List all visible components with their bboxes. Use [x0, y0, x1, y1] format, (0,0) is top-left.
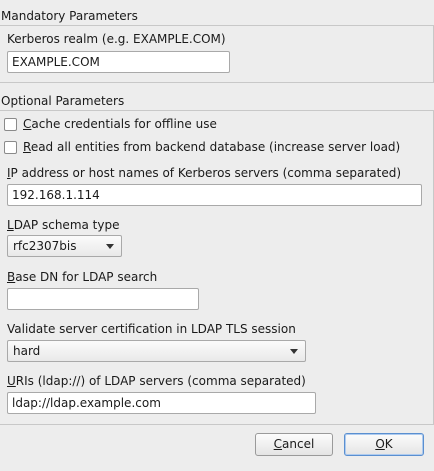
base-dn-text: ase DN for LDAP search [15, 270, 158, 284]
ldap-uris-input[interactable]: ldap://ldap.example.com [7, 392, 316, 414]
cancel-mnemonic: C [273, 437, 283, 451]
kerberos-servers-label: IP address or host names of Kerberos ser… [7, 166, 401, 180]
chevron-down-icon [290, 349, 298, 354]
ldap-uris-label: URIs (ldap://) of LDAP servers (comma se… [7, 374, 306, 388]
read-all-entities-checkbox[interactable] [4, 141, 17, 154]
kerberos-servers-text: P address or host names of Kerberos serv… [10, 166, 402, 180]
cache-credentials-checkbox[interactable] [4, 118, 17, 131]
ldap-schema-mnemonic: L [7, 218, 14, 232]
ok-button[interactable]: OK [344, 433, 424, 456]
read-all-entities-text: ead all entities from backend database (… [30, 140, 401, 154]
ldap-uris-text: RIs (ldap://) of LDAP servers (comma sep… [15, 374, 306, 388]
kerberos-realm-input[interactable]: EXAMPLE.COM [7, 51, 230, 73]
ldap-schema-label: LDAP schema type [7, 218, 119, 232]
validate-cert-value: hard [13, 344, 41, 358]
ok-text: K [384, 437, 393, 451]
ldap-uris-mnemonic: U [7, 374, 16, 388]
validate-cert-label: Validate server certification in LDAP TL… [7, 322, 296, 336]
ldap-schema-select[interactable]: rfc2307bis [7, 235, 122, 257]
chevron-down-icon [106, 244, 114, 249]
kerberos-servers-input[interactable]: 192.168.1.114 [7, 184, 422, 206]
cancel-button[interactable]: Cancel [255, 433, 333, 456]
cache-credentials-text: ache credentials for offline use [31, 117, 217, 131]
ldap-schema-text: DAP schema type [13, 218, 120, 232]
base-dn-mnemonic: B [7, 270, 16, 284]
optional-section-title: Optional Parameters [1, 94, 125, 108]
base-dn-input[interactable] [7, 288, 199, 310]
ok-mnemonic: O [375, 437, 385, 451]
ldap-schema-value: rfc2307bis [13, 239, 77, 253]
read-all-entities-label[interactable]: Read all entities from backend database … [23, 140, 400, 154]
base-dn-label: Base DN for LDAP search [7, 270, 157, 284]
read-all-entities-mnemonic: R [23, 140, 31, 154]
mandatory-section-title: Mandatory Parameters [1, 9, 138, 23]
cancel-text: ancel [282, 437, 315, 451]
kerberos-realm-label: Kerberos realm (e.g. EXAMPLE.COM) [7, 32, 226, 46]
validate-cert-select[interactable]: hard [7, 340, 306, 362]
cache-credentials-label[interactable]: Cache credentials for offline use [23, 117, 217, 131]
